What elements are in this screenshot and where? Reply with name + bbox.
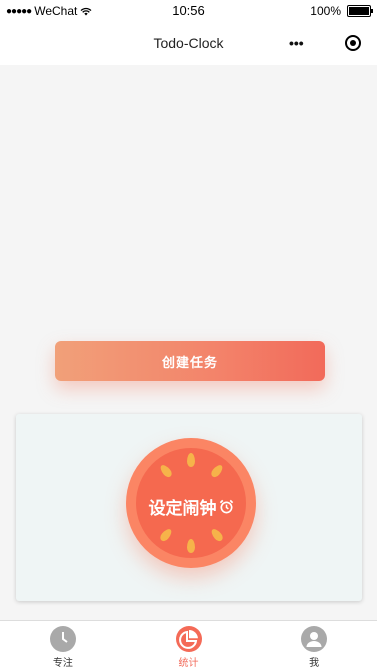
- battery-percent: 100%: [310, 4, 341, 18]
- tomato-seed: [209, 527, 225, 543]
- pie-chart-icon: [175, 626, 202, 652]
- tomato-alarm-button[interactable]: 设定闹钟: [126, 438, 256, 568]
- set-alarm-button[interactable]: 设定闹钟: [126, 494, 256, 519]
- alarm-card: 设定闹钟: [16, 414, 362, 601]
- battery-level: [349, 7, 369, 15]
- tab-focus[interactable]: 专注: [0, 621, 126, 672]
- close-program-icon[interactable]: [345, 35, 361, 51]
- user-icon: [301, 626, 328, 652]
- battery-icon: [347, 5, 373, 17]
- tab-label: 统计: [178, 658, 199, 669]
- alarm-clock-icon: [219, 499, 233, 514]
- mini-program-capsule: •••: [283, 31, 363, 55]
- tomato-seed: [158, 463, 174, 479]
- tomato-seed: [158, 527, 174, 543]
- navigation-bar: Todo-Clock •••: [0, 22, 377, 65]
- set-alarm-label: 设定闹钟: [148, 499, 217, 518]
- clock-icon: [49, 626, 76, 652]
- tomato-seed: [187, 539, 195, 553]
- tab-label: 我: [309, 658, 320, 669]
- tab-label: 专注: [52, 658, 73, 669]
- tab-statistics[interactable]: 统计: [126, 621, 252, 672]
- create-task-button[interactable]: 创建任务: [55, 341, 325, 381]
- tab-bar: 专注 统计 我: [0, 620, 377, 672]
- tomato-seed: [187, 453, 195, 467]
- battery-area: 100%: [310, 4, 373, 18]
- tomato-seed: [209, 463, 225, 479]
- more-options-icon[interactable]: •••: [283, 35, 304, 51]
- status-bar: ●●●●● WeChat 10:56 100%: [0, 0, 377, 22]
- tab-me[interactable]: 我: [251, 621, 377, 672]
